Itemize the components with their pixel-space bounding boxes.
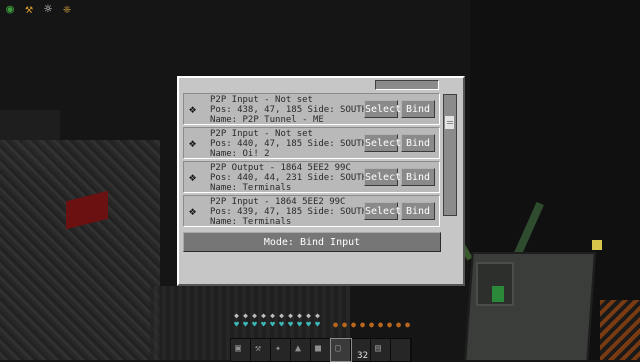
select-button[interactable]: Select xyxy=(364,134,401,152)
haste-icon: ⚒ xyxy=(25,2,33,17)
resistance-icon: ❈ xyxy=(63,2,71,17)
hotbar-slot[interactable]: ▣ xyxy=(231,339,251,361)
tunnel-position: Pos: 438, 47, 185 Side: SOUTH xyxy=(210,105,368,115)
food-icon: ● xyxy=(333,320,338,329)
armor-icon: ◆ xyxy=(261,311,266,320)
heart-icon: ♥ xyxy=(306,320,311,329)
tunnel-entry: ❖ P2P Input - Not set Pos: 438, 47, 185 S… xyxy=(183,93,440,125)
tunnel-name: Name: P2P Tunnel - ME xyxy=(210,115,324,125)
food-icon: ● xyxy=(387,320,392,329)
bind-button[interactable]: Bind xyxy=(401,100,435,118)
hotbar-slot[interactable]: ■ xyxy=(311,339,331,361)
hotbar-slot-selected[interactable]: ▢ xyxy=(330,338,352,362)
food-icon: ● xyxy=(369,320,374,329)
tunnel-name: Name: Terminals xyxy=(210,183,292,193)
night-vision-icon: ◉ xyxy=(6,2,14,17)
regeneration-icon: ☼ xyxy=(44,2,52,17)
food-icon: ● xyxy=(360,320,365,329)
food-icon: ● xyxy=(342,320,347,329)
hotbar-slot[interactable]: ⚒ xyxy=(251,339,271,361)
machine-indicator xyxy=(492,286,504,302)
armor-icon: ◆ xyxy=(234,311,239,320)
tunnel-info: P2P Input - Not set Pos: 438, 47, 185 Sid… xyxy=(210,95,368,125)
hazard-stripes xyxy=(600,300,640,360)
heart-icon: ♥ xyxy=(261,320,266,329)
heart-icon: ♥ xyxy=(315,320,320,329)
bind-button[interactable]: Bind xyxy=(401,134,435,152)
bind-button[interactable]: Bind xyxy=(401,168,435,186)
tunnel-info: P2P Output - 1864 5EE2 99C Pos: 440, 44, … xyxy=(210,163,368,193)
hotbar: ▣ ⚒ ✦ ▲ ■ ▢ 32 ▤ xyxy=(230,338,412,362)
hotbar-slot[interactable]: ▤ xyxy=(371,339,391,361)
scrollbar-thumb[interactable] xyxy=(445,116,455,130)
tunnel-entry: ❖ P2P Input - Not set Pos: 440, 47, 185 S… xyxy=(183,127,440,159)
food-icon: ● xyxy=(351,320,356,329)
heart-icon: ♥ xyxy=(243,320,248,329)
tunnel-position: Pos: 440, 44, 231 Side: SOUTH xyxy=(210,173,368,183)
armor-icon: ◆ xyxy=(279,311,284,320)
tunnel-entry: ❖ P2P Output - 1864 5EE2 99C Pos: 440, 44… xyxy=(183,161,440,193)
item-icon: ✦ xyxy=(275,343,282,354)
item-icon: ■ xyxy=(315,343,322,354)
bind-button[interactable]: Bind xyxy=(401,202,435,220)
heart-icon: ♥ xyxy=(279,320,284,329)
tunnel-info: P2P Input - 1864 5EE2 99C Pos: 439, 47, 1… xyxy=(210,197,368,227)
p2p-tunnel-icon: ❖ xyxy=(189,136,197,150)
list-scrollbar[interactable] xyxy=(443,94,457,216)
tunnel-type: P2P Input - 1864 5EE2 99C xyxy=(210,197,346,207)
select-button[interactable]: Select xyxy=(364,202,401,220)
heart-icon: ♥ xyxy=(234,320,239,329)
item-icon: ▢ xyxy=(335,343,342,354)
tunnel-position: Pos: 440, 47, 185 Side: SOUTH xyxy=(210,139,368,149)
tunnel-info: P2P Input - Not set Pos: 440, 47, 185 Sid… xyxy=(210,129,368,159)
cobblestone-wall xyxy=(0,140,160,360)
select-button[interactable]: Select xyxy=(364,168,401,186)
tunnel-type: P2P Input - Not set xyxy=(210,129,313,139)
armor-icon: ◆ xyxy=(288,311,293,320)
select-button[interactable]: Select xyxy=(364,100,401,118)
heart-icon: ♥ xyxy=(252,320,257,329)
tunnel-name: Name: Oi! 2 xyxy=(210,149,270,159)
food-icon: ● xyxy=(405,320,410,329)
item-icon: ▤ xyxy=(375,343,382,354)
armor-icon: ◆ xyxy=(297,311,302,320)
status-effects: ◉ ⚒ ☼ ❈ xyxy=(2,2,75,18)
hotbar-slot[interactable]: 32 xyxy=(351,339,371,361)
tunnel-entry: ❖ P2P Input - 1864 5EE2 99C Pos: 439, 47,… xyxy=(183,195,440,227)
p2p-tunnel-icon: ❖ xyxy=(189,170,197,184)
armor-icon: ◆ xyxy=(252,311,257,320)
search-field[interactable] xyxy=(375,80,439,90)
item-icon: ⚒ xyxy=(255,343,262,354)
hotbar-slot[interactable]: ✦ xyxy=(271,339,291,361)
hotbar-slot[interactable]: ▲ xyxy=(291,339,311,361)
armor-icon: ◆ xyxy=(270,311,275,320)
food-icon: ● xyxy=(378,320,383,329)
heart-icon: ♥ xyxy=(270,320,275,329)
item-icon: ▲ xyxy=(295,343,302,354)
p2p-tunnel-icon: ❖ xyxy=(189,204,197,218)
hunger-bar: ● ● ● ● ● ● ● ● ● xyxy=(331,321,412,329)
armor-icon: ◆ xyxy=(243,311,248,320)
armor-icon: ◆ xyxy=(315,311,320,320)
heart-icon: ♥ xyxy=(297,320,302,329)
heart-icon: ♥ xyxy=(288,320,293,329)
mode-toggle-button[interactable]: Mode: Bind Input xyxy=(183,232,441,252)
tunnel-name: Name: Terminals xyxy=(210,217,292,227)
armor-bar: ◆ ◆ ◆ ◆ ◆ ◆ ◆ ◆ ◆ ◆ xyxy=(232,312,322,320)
food-icon: ● xyxy=(396,320,401,329)
health-bar: ♥ ♥ ♥ ♥ ♥ ♥ ♥ ♥ ♥ ♥ xyxy=(232,321,322,329)
machine-light xyxy=(592,240,602,250)
p2p-tunnel-gui: ❖ P2P Input - Not set Pos: 438, 47, 185 S… xyxy=(177,76,465,286)
p2p-tunnel-icon: ❖ xyxy=(189,102,197,116)
item-icon: ▣ xyxy=(235,343,242,354)
tunnel-type: P2P Output - 1864 5EE2 99C xyxy=(210,163,351,173)
tunnel-position: Pos: 439, 47, 185 Side: SOUTH xyxy=(210,207,368,217)
hotbar-slot[interactable] xyxy=(391,339,411,361)
tunnel-type: P2P Input - Not set xyxy=(210,95,313,105)
armor-icon: ◆ xyxy=(306,311,311,320)
